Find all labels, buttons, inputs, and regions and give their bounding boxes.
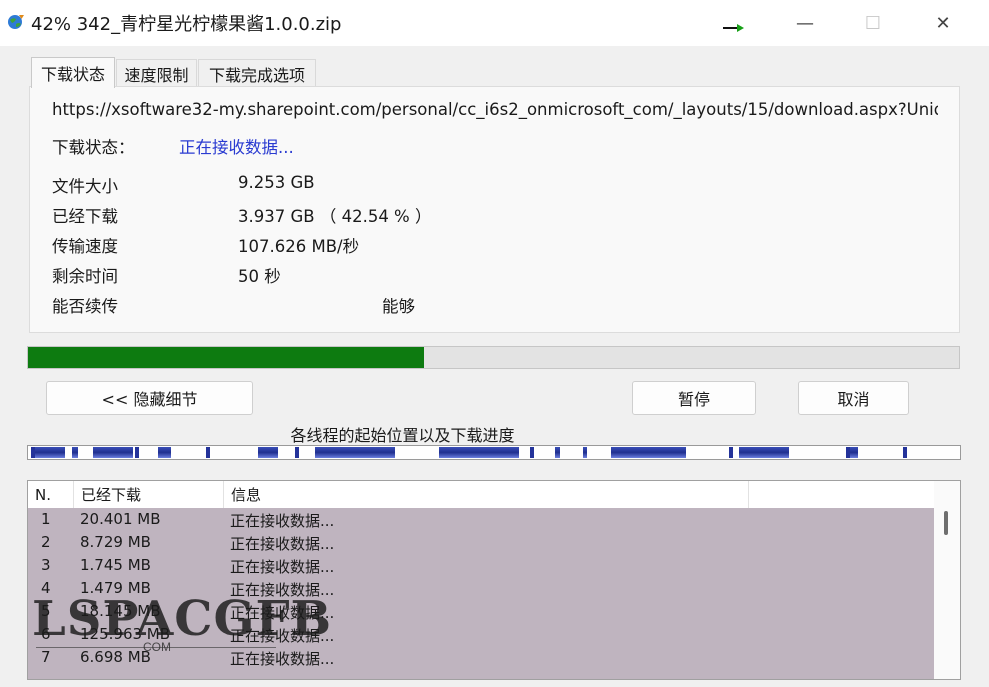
thread-marker <box>206 447 210 458</box>
status-label: 下载状态： <box>52 138 135 157</box>
column-header-info[interactable]: 信息 <box>224 481 749 508</box>
row-info: 正在接收数据... <box>230 535 335 553</box>
tab-speed-limit[interactable]: 速度限制 <box>116 59 197 87</box>
thread-segment <box>583 447 587 458</box>
thread-segment <box>158 447 171 458</box>
maximize-button[interactable]: ☐ <box>838 0 908 46</box>
thread-progress-strip <box>27 445 961 460</box>
thread-segment <box>611 447 686 458</box>
globe-download-icon <box>8 15 24 29</box>
column-header-downloaded[interactable]: 已经下载 <box>74 481 224 508</box>
resume-value: 能够 <box>382 297 415 316</box>
download-progress-bar <box>27 346 960 369</box>
downloaded-value: 3.937 GB （ 42.54 % ） <box>238 207 432 226</box>
cancel-button[interactable]: 取消 <box>798 381 909 415</box>
column-header-extra[interactable] <box>749 481 934 508</box>
row-number: 7 <box>41 648 51 666</box>
remaining-time-value: 50 秒 <box>238 267 281 286</box>
row-downloaded: 6.698 MB <box>80 648 151 666</box>
column-header-n[interactable]: N. <box>28 481 74 508</box>
list-scrollbar[interactable] <box>934 481 960 679</box>
watermark-logo: LSPACGFB <box>32 591 333 647</box>
table-row[interactable]: 2 8.729 MB 正在接收数据... <box>28 531 934 554</box>
progress-fill <box>28 347 425 368</box>
row-info: 正在接收数据... <box>230 558 335 576</box>
row-number: 1 <box>41 510 51 528</box>
row-downloaded: 8.729 MB <box>80 533 151 551</box>
window-title: 42% 342_青柠星光柠檬果酱1.0.0.zip <box>31 14 342 35</box>
thread-segment <box>739 447 789 458</box>
thread-segment <box>315 447 395 458</box>
row-downloaded: 1.745 MB <box>80 556 151 574</box>
tab-download-status[interactable]: 下载状态 <box>31 57 115 88</box>
thread-segment <box>35 447 65 458</box>
thread-marker <box>135 447 139 458</box>
speed-label: 传输速度 <box>52 237 118 256</box>
thread-segment <box>258 447 278 458</box>
table-row[interactable]: 3 1.745 MB 正在接收数据... <box>28 554 934 577</box>
thread-marker <box>903 447 907 458</box>
threads-title: 各线程的起始位置以及下载进度 <box>290 426 515 445</box>
watermark-subtext: COM <box>143 640 171 654</box>
file-size-value: 9.253 GB <box>238 173 315 192</box>
status-panel <box>29 86 960 333</box>
minimize-button[interactable]: — <box>770 0 840 46</box>
hide-details-button[interactable]: << 隐藏细节 <box>46 381 253 415</box>
remaining-time-label: 剩余时间 <box>52 267 118 286</box>
pause-button[interactable]: 暂停 <box>632 381 756 415</box>
list-header: N. 已经下载 信息 <box>28 481 934 509</box>
thread-marker <box>530 447 534 458</box>
row-number: 3 <box>41 556 51 574</box>
row-info: 正在接收数据... <box>230 650 335 668</box>
tab-completion-options[interactable]: 下载完成选项 <box>198 59 316 87</box>
thread-marker <box>729 447 733 458</box>
row-info: 正在接收数据... <box>230 512 335 530</box>
cursor-arrow-icon <box>723 24 744 32</box>
thread-segment <box>555 447 560 458</box>
downloaded-label: 已经下载 <box>52 207 118 226</box>
thread-segment <box>93 447 133 458</box>
table-row[interactable]: 1 20.401 MB 正在接收数据... <box>28 508 934 531</box>
row-downloaded: 20.401 MB <box>80 510 161 528</box>
resume-label: 能否续传 <box>52 297 118 316</box>
row-number: 2 <box>41 533 51 551</box>
speed-value: 107.626 MB/秒 <box>238 237 360 256</box>
thread-segment <box>72 447 78 458</box>
thread-segment <box>439 447 519 458</box>
scrollbar-thumb[interactable] <box>944 511 948 535</box>
thread-segment <box>850 447 858 458</box>
file-size-label: 文件大小 <box>52 177 118 196</box>
close-button[interactable]: ✕ <box>908 0 978 46</box>
thread-marker <box>295 447 299 458</box>
status-value: 正在接收数据... <box>179 138 294 157</box>
download-url: https://xsoftware32-my.sharepoint.com/pe… <box>52 100 938 119</box>
title-bar: 42% 342_青柠星光柠檬果酱1.0.0.zip — ☐ ✕ <box>0 0 989 46</box>
